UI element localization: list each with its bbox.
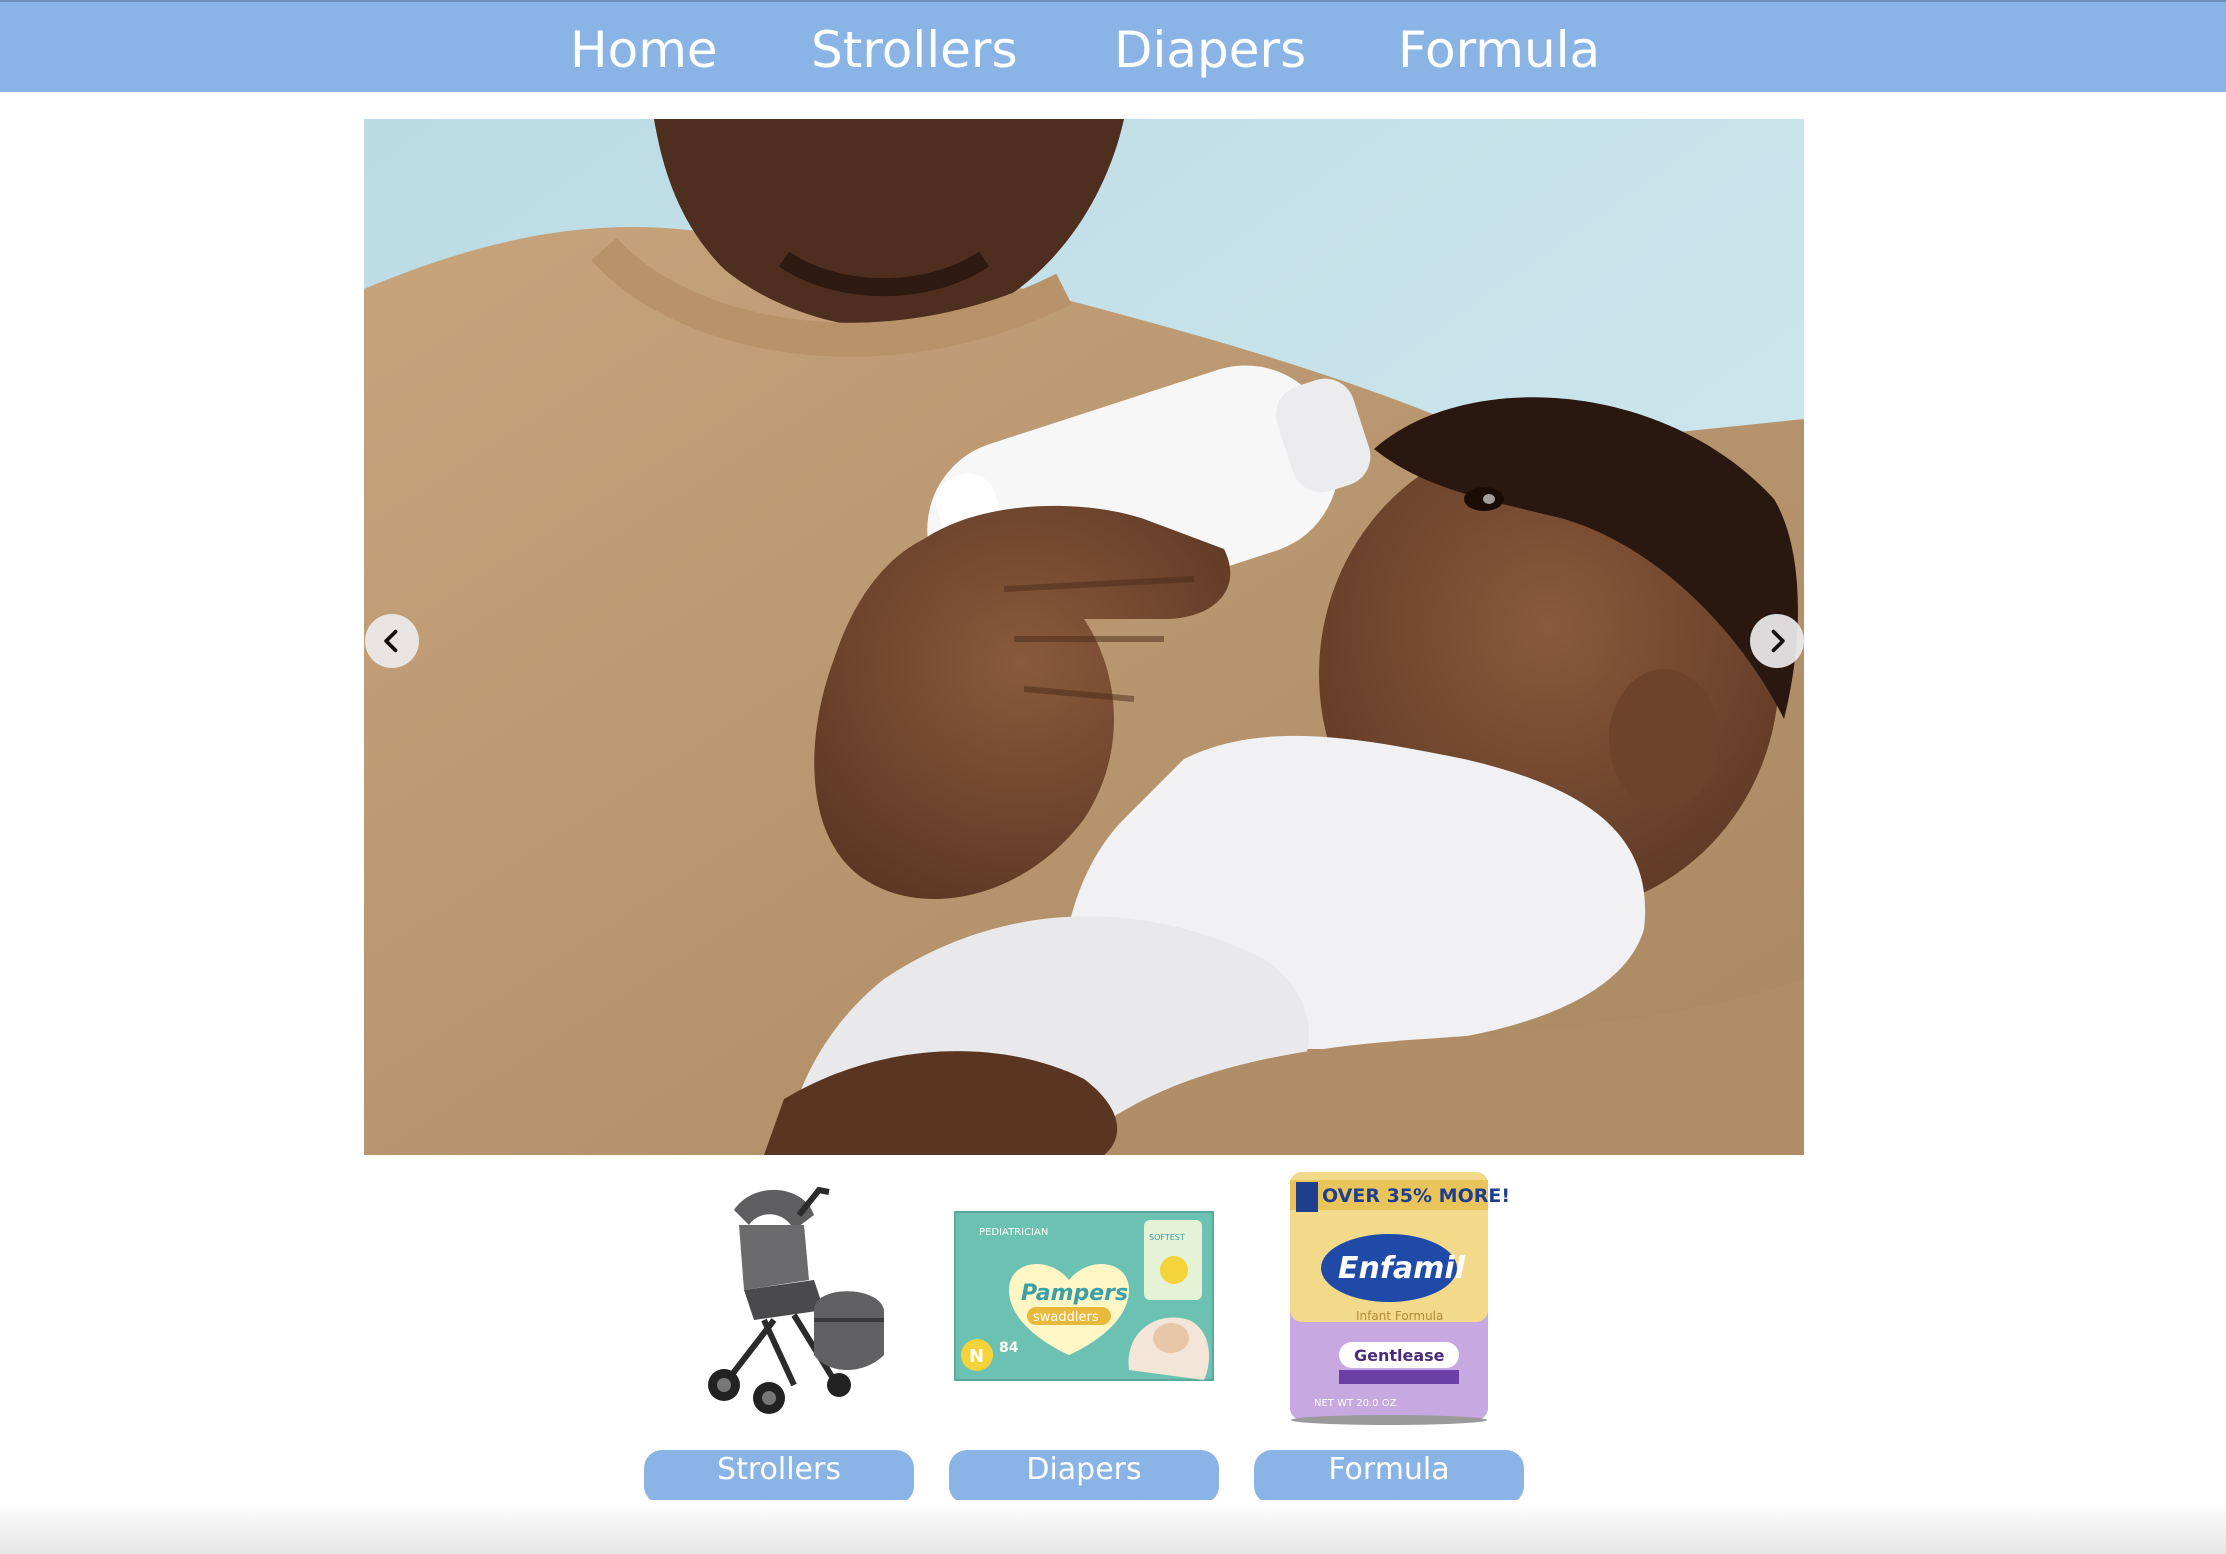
diaper-box-brand: Pampers (1021, 1281, 1128, 1306)
chevron-right-icon (1771, 629, 1785, 653)
diaper-box-line: swaddlers (1033, 1310, 1099, 1325)
hero-carousel (364, 119, 1804, 1155)
formula-can-variant: Gentlease (1354, 1346, 1445, 1365)
chevron-left-icon (384, 629, 398, 653)
page: Home Strollers Diapers Formula Strollers… (0, 0, 2226, 1554)
diaper-box-text-top: PEDIATRICIAN (979, 1227, 1048, 1238)
diaper-box-badge: SOFTEST (1149, 1233, 1185, 1242)
nav-formula-link[interactable]: Formula (1398, 20, 1600, 80)
carousel-next-button[interactable] (1750, 614, 1804, 668)
stroller-icon (644, 1170, 914, 1425)
top-navbar: Home Strollers Diapers Formula (0, 0, 2226, 92)
diaper-count-label: 84 (999, 1340, 1019, 1356)
carousel-prev-button[interactable] (365, 614, 419, 668)
formula-can-brand: Enfamil (1338, 1251, 1466, 1286)
diapers-category-button[interactable]: Diapers (949, 1450, 1219, 1504)
diapers-product-image[interactable]: PEDIATRICIAN Pampers swaddlers N 84 SOFT… (949, 1170, 1219, 1425)
nav-diapers-link[interactable]: Diapers (1114, 20, 1306, 80)
formula-category-button[interactable]: Formula (1254, 1450, 1524, 1504)
formula-can-net: NET WT 20.0 OZ (1314, 1398, 1397, 1409)
diaper-size-label: N (969, 1346, 984, 1367)
formula-can-banner: OVER 35% MORE! (1322, 1185, 1510, 1207)
formula-product-image[interactable]: OVER 35% MORE! Enfamil Infant Formula Ge… (1254, 1170, 1524, 1425)
strollers-product-image[interactable] (644, 1170, 914, 1425)
hero-image (364, 119, 1804, 1155)
formula-can-icon: OVER 35% MORE! Enfamil Infant Formula Ge… (1254, 1170, 1524, 1425)
diaper-box-icon: PEDIATRICIAN Pampers swaddlers N 84 SOFT… (949, 1170, 1219, 1425)
nav-strollers-link[interactable]: Strollers (811, 20, 1018, 80)
page-bottom-shadow (0, 1500, 2226, 1554)
nav-home-link[interactable]: Home (570, 20, 718, 80)
strollers-category-button[interactable]: Strollers (644, 1450, 914, 1504)
formula-can-sub: Infant Formula (1356, 1309, 1443, 1323)
